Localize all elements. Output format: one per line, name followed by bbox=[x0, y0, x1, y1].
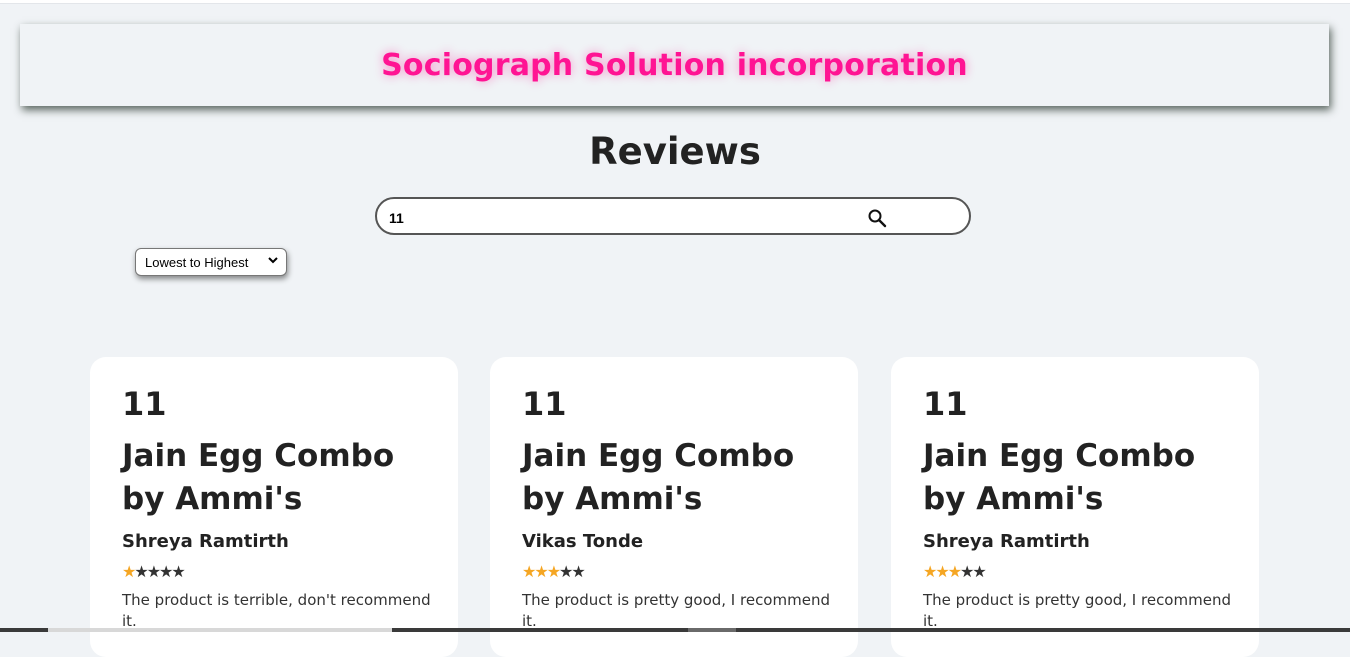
star-filled-icon: ★ bbox=[522, 562, 536, 581]
review-card: 11 Jain Egg Combo by Ammi's Vikas Tonde … bbox=[490, 357, 858, 657]
search-icon[interactable] bbox=[867, 208, 887, 228]
reviewer-name: Shreya Ramtirth bbox=[923, 531, 1090, 552]
star-filled-icon: ★ bbox=[935, 562, 949, 581]
brand-title: Sociograph Solution incorporation bbox=[381, 47, 968, 83]
product-name: Jain Egg Combo by Ammi's bbox=[923, 438, 1196, 517]
star-rating: ★★★★★ bbox=[122, 562, 186, 581]
star-empty-icon: ★ bbox=[571, 562, 585, 581]
review-id: 11 bbox=[122, 385, 167, 423]
sort-selected-value: Lowest to Highest bbox=[145, 255, 249, 270]
star-empty-icon: ★ bbox=[960, 562, 974, 581]
page-title: Reviews bbox=[589, 130, 761, 173]
star-rating: ★★★★★ bbox=[522, 562, 586, 581]
site-header: Sociograph Solution incorporation bbox=[20, 24, 1329, 106]
star-rating: ★★★★★ bbox=[923, 562, 987, 581]
window-top-edge bbox=[0, 0, 1350, 4]
horizontal-scrollbar[interactable] bbox=[0, 628, 1350, 632]
review-text: The product is pretty good, I recommend … bbox=[923, 591, 1231, 630]
review-id: 11 bbox=[522, 385, 567, 423]
review-card: 11 Jain Egg Combo by Ammi's Shreya Ramti… bbox=[90, 357, 458, 657]
search-box[interactable] bbox=[375, 197, 971, 235]
search-input[interactable] bbox=[387, 206, 851, 230]
star-filled-icon: ★ bbox=[534, 562, 548, 581]
star-empty-icon: ★ bbox=[972, 562, 986, 581]
sort-select[interactable]: Lowest to Highest bbox=[135, 248, 287, 276]
review-card: 11 Jain Egg Combo by Ammi's Shreya Ramti… bbox=[891, 357, 1259, 657]
star-filled-icon: ★ bbox=[923, 562, 937, 581]
product-name: Jain Egg Combo by Ammi's bbox=[122, 438, 395, 517]
star-empty-icon: ★ bbox=[559, 562, 573, 581]
product-name: Jain Egg Combo by Ammi's bbox=[522, 438, 795, 517]
review-text: The product is pretty good, I recommend … bbox=[522, 591, 830, 630]
reviewer-name: Vikas Tonde bbox=[522, 531, 644, 552]
chevron-down-icon bbox=[268, 257, 278, 264]
star-empty-icon: ★ bbox=[134, 562, 148, 581]
review-text: The product is terrible, don't recommend… bbox=[122, 591, 431, 630]
scrollbar-thumb[interactable] bbox=[48, 628, 392, 632]
star-empty-icon: ★ bbox=[171, 562, 185, 581]
star-filled-icon: ★ bbox=[947, 562, 962, 581]
star-filled-icon: ★ bbox=[546, 562, 561, 581]
star-empty-icon: ★ bbox=[159, 562, 173, 581]
review-id: 11 bbox=[923, 385, 968, 423]
reviewer-name: Shreya Ramtirth bbox=[122, 531, 289, 552]
scrollbar-segment bbox=[688, 628, 736, 632]
star-empty-icon: ★ bbox=[146, 562, 161, 581]
star-filled-icon: ★ bbox=[122, 562, 136, 581]
